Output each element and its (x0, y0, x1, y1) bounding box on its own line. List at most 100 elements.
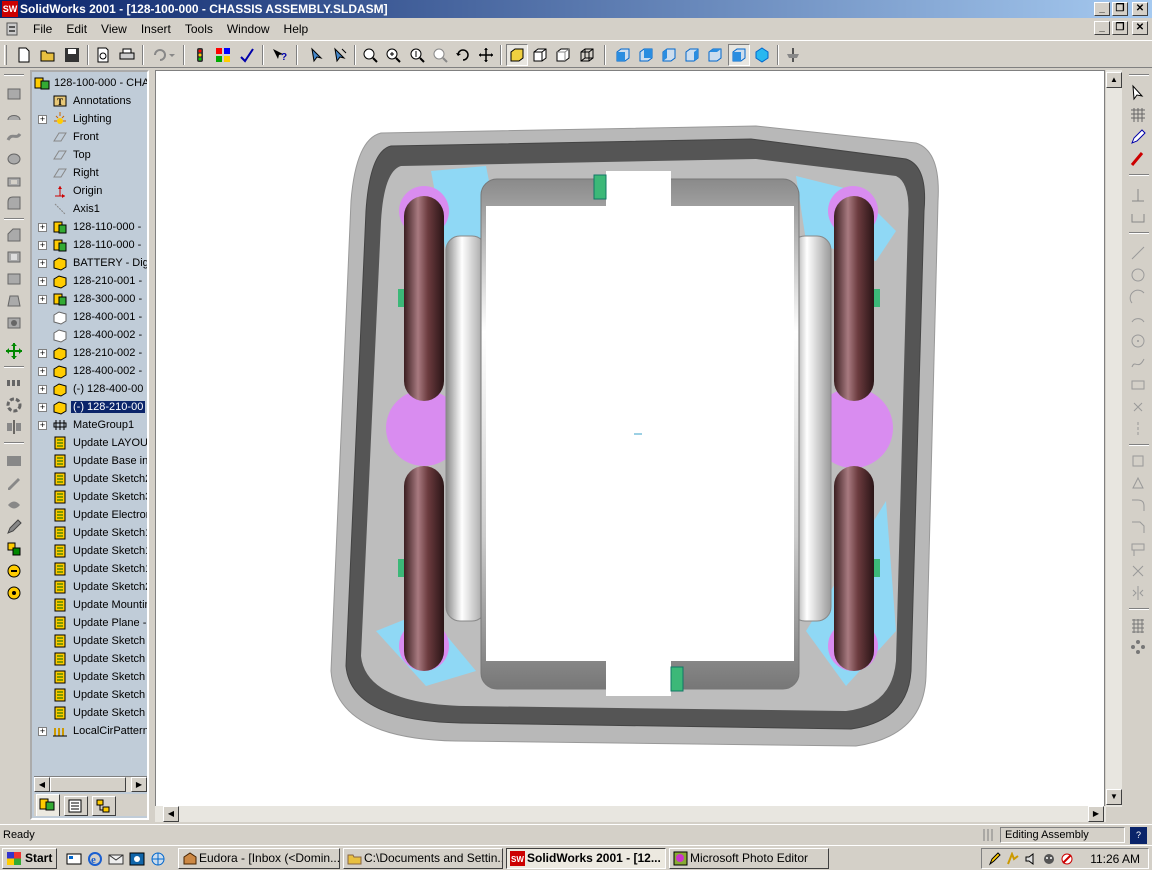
expand-icon[interactable]: + (38, 223, 47, 232)
wheel-front-left[interactable] (404, 196, 444, 401)
undo-icon[interactable] (148, 44, 178, 66)
tree-scroll-area[interactable]: 128-100-000 - CHA T Annotations + Lighting F… (32, 72, 147, 772)
expand-icon[interactable]: + (38, 403, 47, 412)
wheel-rear-left[interactable] (404, 466, 444, 671)
centerline-icon[interactable] (1129, 420, 1147, 438)
view-iso-icon[interactable] (728, 44, 750, 66)
graphics-vertical-scrollbar[interactable]: ▲ ▼ (1106, 70, 1122, 807)
tree-item[interactable]: + MateGroup1 (32, 416, 147, 434)
mirror-icon[interactable] (5, 418, 23, 436)
line-icon[interactable] (1129, 244, 1147, 262)
task-photo-editor[interactable]: Microsoft Photo Editor (669, 848, 829, 869)
new-icon[interactable] (13, 44, 35, 66)
scroll-thumb[interactable] (50, 777, 126, 792)
hide-component-icon[interactable] (5, 496, 23, 514)
circle-icon[interactable] (1129, 332, 1147, 350)
hidden-gray-icon[interactable] (552, 44, 574, 66)
spelling-icon[interactable] (236, 44, 258, 66)
graphics-area[interactable] (155, 70, 1105, 807)
tree-item[interactable]: Front (32, 128, 147, 146)
expand-icon[interactable]: + (38, 115, 47, 124)
task-eudora[interactable]: Eudora - [Inbox (<Domin... (178, 848, 340, 869)
menu-help[interactable]: Help (277, 22, 316, 36)
task-explorer[interactable]: C:\Documents and Settin... (343, 848, 503, 869)
extrude-icon[interactable] (5, 84, 23, 102)
trim-icon[interactable] (1129, 540, 1147, 558)
spline-icon[interactable] (1129, 354, 1147, 372)
rotate-component-icon[interactable] (5, 562, 23, 580)
view-top-icon[interactable] (704, 44, 726, 66)
scroll-down-button[interactable]: ▼ (1106, 789, 1122, 805)
menu-edit[interactable]: Edit (59, 22, 94, 36)
move-component-icon[interactable] (5, 342, 23, 360)
shell-icon[interactable] (5, 248, 23, 266)
task-solidworks[interactable]: SW SolidWorks 2001 - [12... (506, 848, 666, 869)
zoom-selection-icon[interactable] (429, 44, 451, 66)
sketch-circular-pattern-icon[interactable] (1129, 638, 1147, 656)
shaded-icon[interactable] (506, 44, 528, 66)
hidden-removed-icon[interactable] (529, 44, 551, 66)
pencil-icon[interactable] (5, 518, 23, 536)
view-normal-icon[interactable] (751, 44, 773, 66)
tree-item[interactable]: +128-210-001 - (32, 272, 147, 290)
tree-item[interactable]: + LocalCirPattern (32, 722, 147, 740)
tree-item[interactable]: + BATTERY - Dig (32, 254, 147, 272)
sweep-icon[interactable] (5, 128, 23, 146)
tree-root-assembly[interactable]: 128-100-000 - CHA (32, 74, 147, 92)
wheel-rear-right[interactable] (834, 466, 874, 671)
expand-icon[interactable]: + (38, 349, 47, 358)
revolve-icon[interactable] (5, 106, 23, 124)
centerpoint-arc-icon[interactable] (1129, 266, 1147, 284)
doc-close-button[interactable]: ✕ (1132, 21, 1148, 35)
zoom-fit-icon[interactable] (359, 44, 381, 66)
tab-property-manager[interactable] (64, 796, 88, 816)
tree-item[interactable]: T Annotations (32, 92, 147, 110)
zoom-inout-icon[interactable] (406, 44, 428, 66)
color-icon[interactable] (212, 44, 234, 66)
tree-item[interactable]: 128-400-002 - (32, 326, 147, 344)
view-back-icon[interactable] (635, 44, 657, 66)
grid-icon[interactable] (1129, 106, 1147, 124)
three-point-arc-icon[interactable] (1129, 310, 1147, 328)
menu-insert[interactable]: Insert (134, 22, 178, 36)
mate-icon[interactable] (5, 540, 23, 558)
display-relations-icon[interactable] (1129, 208, 1147, 226)
expand-icon[interactable]: + (38, 421, 47, 430)
view-front-icon[interactable] (612, 44, 634, 66)
expand-icon[interactable]: + (38, 367, 47, 376)
tree-item[interactable]: Update Sketch (32, 704, 147, 722)
traffic-light-icon[interactable] (189, 44, 211, 66)
quick-tips-icon[interactable]: ? (1130, 827, 1147, 844)
tree-item[interactable]: Update Sketch (32, 686, 147, 704)
extend-icon[interactable] (1129, 562, 1147, 580)
tab-feature-manager[interactable] (36, 794, 60, 816)
tree-item[interactable]: Update Sketch (32, 650, 147, 668)
tree-item[interactable]: +128-110-000 - (32, 236, 147, 254)
restore-button[interactable]: ❐ (1112, 2, 1128, 16)
tree-item[interactable]: Update Base in (32, 452, 147, 470)
tab-configuration-manager[interactable] (92, 796, 116, 816)
section-view-icon[interactable] (782, 44, 804, 66)
show-desktop-icon[interactable] (66, 851, 82, 867)
expand-icon[interactable]: + (38, 277, 47, 286)
tree-item[interactable]: Update Sketch2 (32, 470, 147, 488)
wheel-front-right[interactable] (834, 196, 874, 401)
scroll-right-button[interactable]: ▶ (131, 777, 147, 792)
tray-antivirus-icon[interactable] (1060, 852, 1074, 866)
tree-item[interactable]: +128-300-000 - (32, 290, 147, 308)
offset-entities-icon[interactable] (1129, 474, 1147, 492)
doc-restore-button[interactable]: ❐ (1112, 21, 1128, 35)
menu-file[interactable]: File (26, 22, 59, 36)
tray-volume-icon[interactable] (1024, 852, 1038, 866)
tree-item[interactable]: + Lighting (32, 110, 147, 128)
pan-icon[interactable] (475, 44, 497, 66)
hscroll-left-button[interactable]: ◀ (163, 806, 179, 822)
chamfer-icon[interactable] (5, 226, 23, 244)
edit-part-icon[interactable] (5, 474, 23, 492)
expand-icon[interactable]: + (38, 727, 47, 736)
tree-item[interactable]: +128-210-002 - (32, 344, 147, 362)
outlook-express-icon[interactable] (108, 851, 124, 867)
tree-item[interactable]: Update Sketch1 (32, 524, 147, 542)
hscroll-right-button[interactable]: ▶ (1088, 806, 1104, 822)
tree-item[interactable]: Update Plane - (32, 614, 147, 632)
